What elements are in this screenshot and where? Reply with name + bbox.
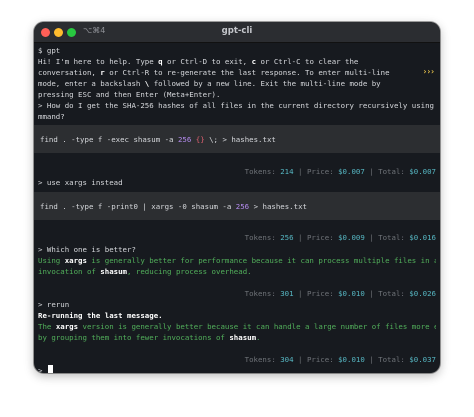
- usage-stats: Tokens: 304 | Price: $0.010 | Total: $0.…: [244, 355, 436, 364]
- user-message: > How do I get the SHA-256 hashes of all…: [38, 101, 435, 110]
- assistant-response: The xargs version is generally better be…: [38, 322, 436, 331]
- code-block: find . -type f -exec shasum -a 256 {} \;…: [34, 125, 440, 153]
- terminal-content[interactable]: ››› $ gpt Hi! I'm here to help. Type q o…: [34, 43, 440, 373]
- code-block: find . -type f -print0 | xargs -0 shasum…: [34, 192, 440, 220]
- terminal-window: ⌥⌘4 gpt-cli ››› $ gpt Hi! I'm here to he…: [34, 22, 440, 373]
- user-message: > rerun: [38, 300, 70, 309]
- window-title: gpt-cli: [221, 26, 253, 36]
- rerun-notice: Re-running the last message.: [38, 311, 163, 320]
- usage-stats: Tokens: 301 | Price: $0.010 | Total: $0.…: [244, 289, 436, 298]
- intro-line: conversation, r or Ctrl-R to re-generate…: [38, 68, 390, 77]
- input-prompt: >: [38, 366, 43, 373]
- shell-command: gpt: [46, 46, 61, 55]
- shell-dollar: $: [38, 46, 43, 55]
- user-message: > Which one is better?: [38, 245, 136, 254]
- assistant-response: by grouping them into fewer invocations …: [38, 333, 261, 342]
- user-message-wrap: mmand?: [38, 112, 65, 121]
- title-bar: ⌥⌘4 gpt-cli: [34, 22, 440, 43]
- usage-stats: Tokens: 214 | Price: $0.007 | Total: $0.…: [244, 167, 436, 176]
- input-line[interactable]: >: [38, 365, 436, 373]
- assistant-response: invocation of shasum, reducing process o…: [38, 267, 252, 276]
- intro-line: pressing ESC and then Enter (Meta+Enter)…: [38, 90, 221, 99]
- shell-prompt-line: $ gpt: [38, 45, 436, 56]
- code-line: find . -type f -exec shasum -a 256 {} \;…: [40, 135, 276, 144]
- intro-line: Hi! I'm here to help. Type q or Ctrl-D t…: [38, 57, 359, 66]
- user-message: > use xargs instead: [38, 178, 123, 187]
- assistant-response: Using xargs is generally better for perf…: [38, 256, 436, 265]
- usage-stats: Tokens: 256 | Price: $0.009 | Total: $0.…: [244, 233, 436, 242]
- code-line: find . -type f -print0 | xargs -0 shasum…: [40, 202, 307, 211]
- intro-line: mode, enter a backslash \ followed by a …: [38, 79, 381, 88]
- text-cursor: [47, 365, 53, 373]
